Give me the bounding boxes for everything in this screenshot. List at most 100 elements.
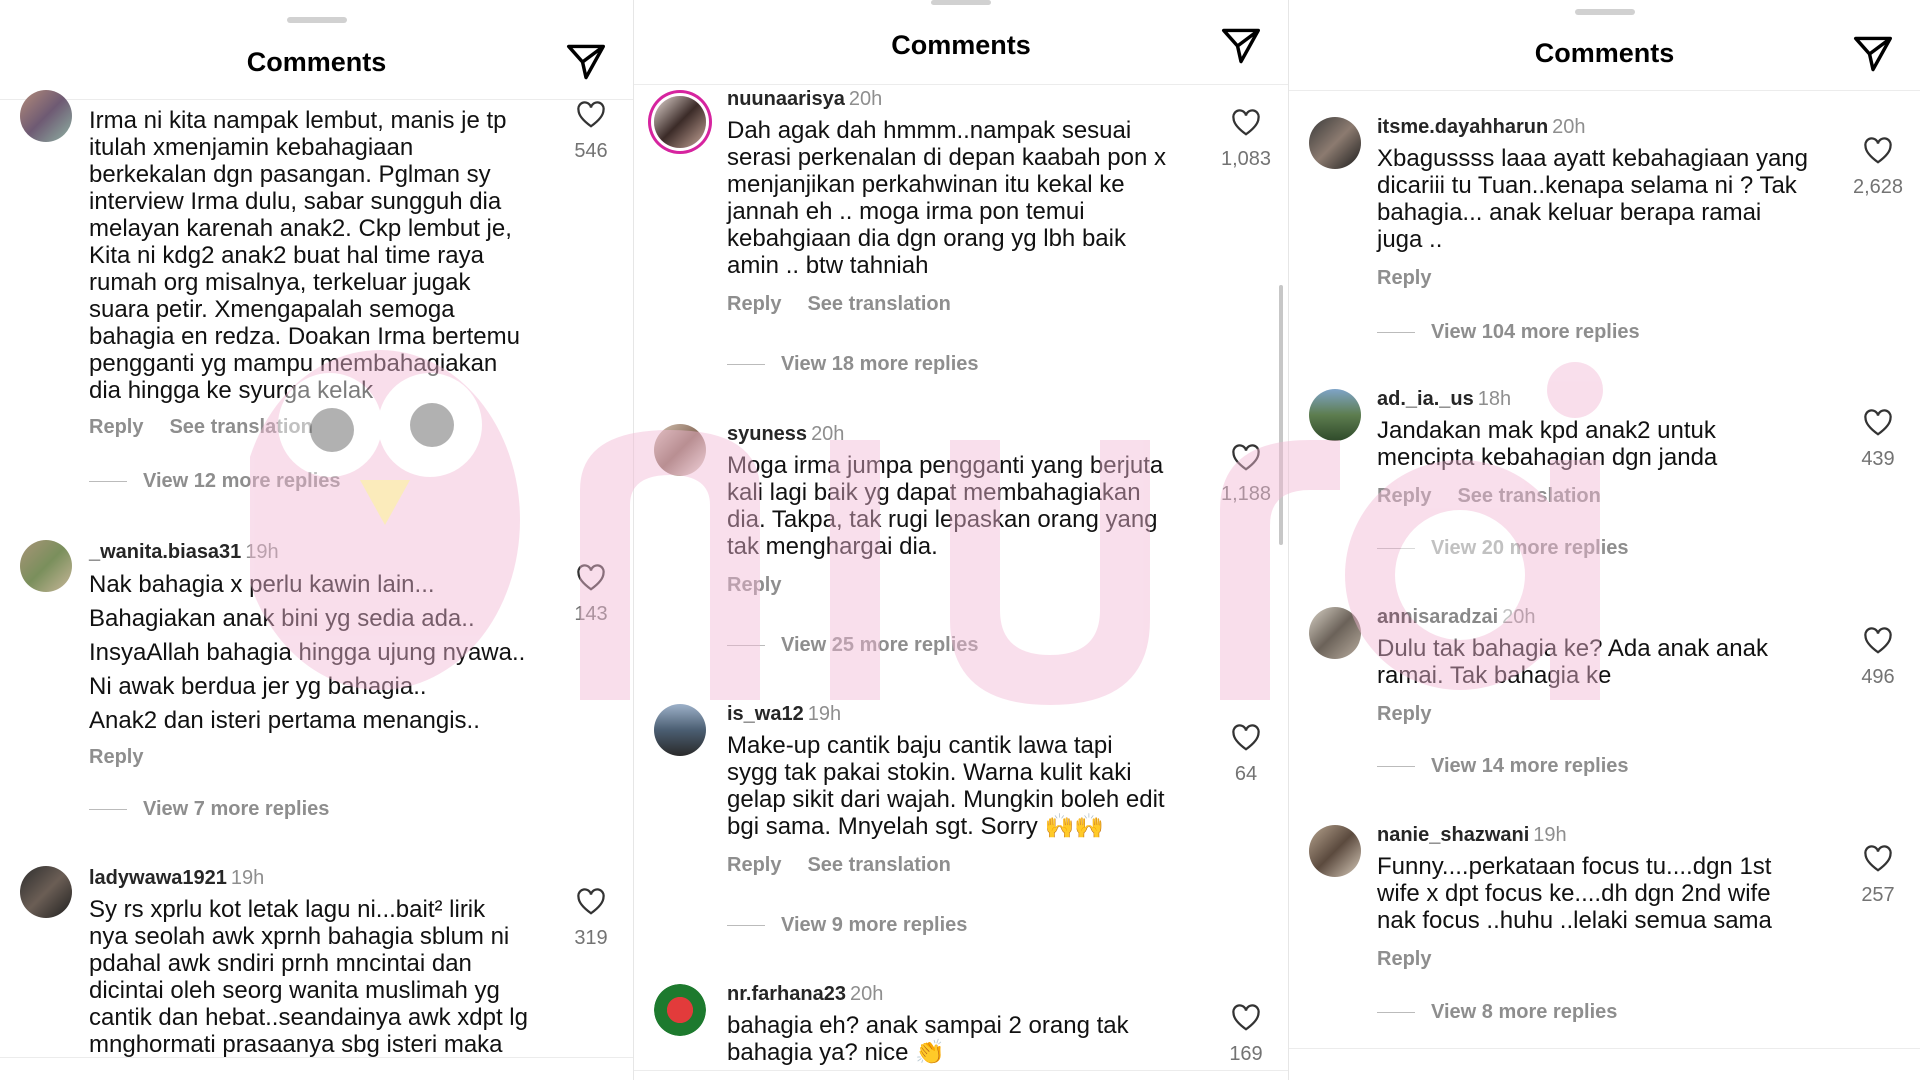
- heart-icon[interactable]: [1231, 1004, 1261, 1032]
- comment-text: Funny....perkataan focus tu....dgn 1st w…: [1377, 853, 1772, 934]
- reply-button[interactable]: Reply: [1377, 703, 1431, 725]
- like-button[interactable]: 319: [563, 888, 619, 950]
- comment-text: Dulu tak bahagia ke? Ada anak anak ramai…: [1377, 635, 1768, 689]
- reply-button[interactable]: Reply: [1377, 267, 1431, 289]
- comment-time: 20h: [1502, 606, 1536, 628]
- avatar[interactable]: [1309, 117, 1361, 169]
- heart-icon[interactable]: [576, 564, 606, 592]
- heart-icon[interactable]: [1863, 137, 1893, 165]
- see-translation-button[interactable]: See translation: [807, 293, 950, 315]
- reply-button[interactable]: Reply: [1377, 485, 1431, 507]
- comment-time: 20h: [848, 88, 883, 110]
- comment-username[interactable]: itsme.dayahharun: [1377, 116, 1548, 138]
- comments-panel-3: Comments itsme.dayahharun 20h Xbagussss l…: [1288, 0, 1920, 1080]
- comment-time: 19h: [230, 867, 265, 889]
- comment-time: 20h: [1552, 116, 1586, 138]
- heart-icon[interactable]: [1863, 845, 1893, 873]
- see-translation-button[interactable]: See translation: [1457, 485, 1600, 507]
- like-count: 546: [574, 140, 608, 162]
- avatar[interactable]: [1309, 389, 1361, 441]
- comment-username[interactable]: ad._ia._us: [1377, 388, 1474, 410]
- like-count: 2,628: [1852, 176, 1904, 198]
- like-button[interactable]: 1,188: [1218, 444, 1274, 506]
- see-translation-button[interactable]: See translation: [169, 416, 312, 438]
- view-replies-button[interactable]: View 12 more replies: [89, 470, 341, 493]
- see-translation-button[interactable]: See translation: [807, 854, 950, 876]
- avatar[interactable]: [1309, 607, 1361, 659]
- divider: [1289, 1048, 1920, 1049]
- send-icon[interactable]: [1220, 27, 1262, 65]
- like-count: 496: [1861, 666, 1895, 688]
- heart-icon[interactable]: [1231, 724, 1261, 752]
- view-replies-button[interactable]: View 7 more replies: [89, 798, 329, 821]
- reply-button[interactable]: Reply: [727, 854, 781, 876]
- send-icon[interactable]: [1852, 35, 1894, 73]
- view-replies-button[interactable]: View 8 more replies: [1377, 1001, 1617, 1024]
- reply-button[interactable]: Reply: [727, 293, 781, 315]
- like-button[interactable]: 2,628: [1850, 137, 1906, 199]
- comment-username[interactable]: annisaradzai: [1377, 606, 1498, 628]
- reply-button[interactable]: Reply: [89, 746, 143, 768]
- comment-text: Make-up cantik baju cantik lawa tapi syg…: [727, 732, 1165, 840]
- heart-icon[interactable]: [1863, 627, 1893, 655]
- comments-panel-1: Comments Irma ni kita nampak lembut, man…: [0, 0, 633, 1080]
- like-button[interactable]: 1,083: [1218, 109, 1274, 171]
- comment-text: Xbagussss laaa ayatt kebahagiaan yang di…: [1377, 145, 1808, 253]
- comment-username[interactable]: nuunaarisya: [727, 88, 845, 110]
- reply-button[interactable]: Reply: [89, 416, 143, 438]
- comment-username[interactable]: is_wa12: [727, 703, 804, 725]
- heart-icon[interactable]: [576, 888, 606, 916]
- like-button[interactable]: 169: [1218, 1004, 1274, 1066]
- view-replies-button[interactable]: View 14 more replies: [1377, 755, 1629, 778]
- divider: [634, 1070, 1288, 1071]
- reply-button[interactable]: Reply: [727, 574, 781, 596]
- avatar[interactable]: [20, 90, 72, 142]
- avatar[interactable]: [20, 540, 72, 592]
- comments-header: Comments: [1289, 0, 1920, 91]
- like-count: 64: [1234, 763, 1258, 785]
- comment-username[interactable]: _wanita.biasa31: [89, 541, 241, 563]
- like-button[interactable]: 143: [563, 564, 619, 626]
- like-button[interactable]: 546: [563, 101, 619, 163]
- like-count: 1,188: [1220, 483, 1272, 505]
- like-button[interactable]: 64: [1218, 724, 1274, 786]
- comment-username[interactable]: ladywawa1921: [89, 867, 227, 889]
- heart-icon[interactable]: [1231, 444, 1261, 472]
- send-icon[interactable]: [565, 43, 607, 81]
- view-replies-button[interactable]: View 18 more replies: [727, 353, 979, 376]
- avatar[interactable]: [1309, 825, 1361, 877]
- like-count: 319: [574, 927, 608, 949]
- scrollbar[interactable]: [1279, 285, 1283, 545]
- comments-title: Comments: [891, 30, 1031, 60]
- comment-username[interactable]: nanie_shazwani: [1377, 824, 1529, 846]
- comment-time: 20h: [811, 423, 845, 445]
- avatar[interactable]: [654, 96, 706, 148]
- comments-header: Comments: [0, 0, 633, 100]
- view-replies-button[interactable]: View 9 more replies: [727, 914, 967, 937]
- like-count: 1,083: [1220, 148, 1272, 170]
- reply-button[interactable]: Reply: [1377, 948, 1431, 970]
- like-button[interactable]: 257: [1850, 845, 1906, 907]
- avatar[interactable]: [654, 424, 706, 476]
- like-count: 439: [1861, 448, 1895, 470]
- like-button[interactable]: 439: [1850, 409, 1906, 471]
- comment-username[interactable]: syuness: [727, 423, 807, 445]
- view-replies-button[interactable]: View 20 more replies: [1377, 537, 1629, 560]
- view-replies-button[interactable]: View 104 more replies: [1377, 321, 1640, 344]
- like-count: 143: [574, 603, 608, 625]
- heart-icon[interactable]: [1863, 409, 1893, 437]
- comment-text: bahagia eh? anak sampai 2 orang tak baha…: [727, 1012, 1129, 1066]
- heart-icon[interactable]: [576, 101, 606, 129]
- divider: [0, 1057, 633, 1058]
- view-replies-button[interactable]: View 25 more replies: [727, 634, 979, 657]
- comment-username[interactable]: nr.farhana23: [727, 983, 846, 1005]
- heart-icon[interactable]: [1231, 109, 1261, 137]
- comments-header: Comments: [634, 0, 1288, 85]
- comment-time: 20h: [849, 983, 884, 1005]
- avatar[interactable]: [654, 704, 706, 756]
- comment-time: 19h: [245, 541, 279, 563]
- avatar[interactable]: [20, 866, 72, 918]
- avatar[interactable]: [654, 984, 706, 1036]
- like-button[interactable]: 496: [1850, 627, 1906, 689]
- comments-title: Comments: [246, 47, 387, 77]
